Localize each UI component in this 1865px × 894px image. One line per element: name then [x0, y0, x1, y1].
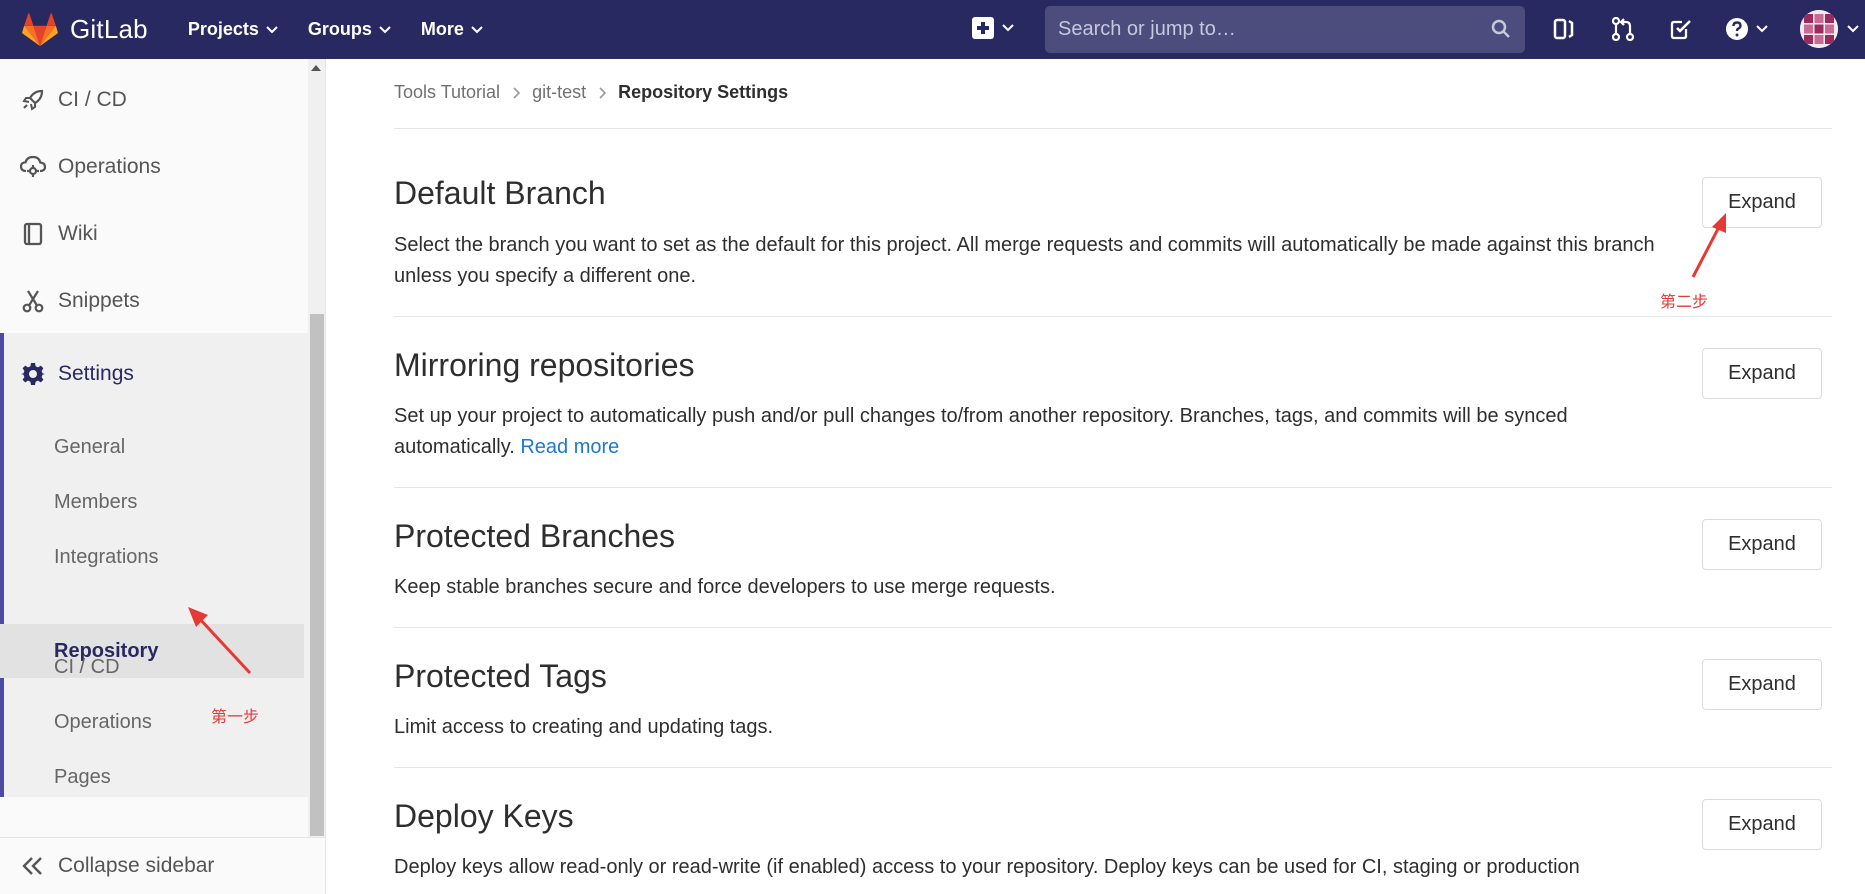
section-title-protected-tags: Protected Tags	[394, 658, 607, 694]
section-desc-protected-branches: Keep stable branches secure and force de…	[394, 576, 1056, 598]
sidebar-subitem-label: Members	[54, 490, 138, 513]
breadcrumb-current[interactable]: Repository Settings	[618, 82, 788, 103]
nav-groups-label: Groups	[307, 19, 372, 39]
chevron-down-icon	[1002, 24, 1014, 32]
sidebar-item-label: Snippets	[58, 289, 140, 312]
expand-deploy-keys-button[interactable]: Expand	[1702, 799, 1822, 850]
collapse-sidebar-label: Collapse sidebar	[58, 854, 215, 877]
todo-checkbox-icon[interactable]	[1668, 16, 1694, 42]
sidebar-subitem-ci-cd[interactable]: CI / CD	[0, 640, 308, 694]
breadcrumb-item[interactable]: Tools Tutorial	[394, 82, 500, 103]
double-chevron-left-icon	[22, 853, 48, 879]
section-title-mirroring: Mirroring repositories	[394, 347, 695, 383]
settings-section: Settings General Members Integrations Re…	[0, 333, 308, 797]
new-item-dropdown[interactable]	[972, 17, 1014, 39]
chevron-down-icon	[1847, 25, 1859, 33]
sidebar-subitem-general[interactable]: General	[0, 420, 308, 474]
cloud-gear-icon	[20, 154, 46, 180]
collapse-sidebar-button[interactable]: Collapse sidebar	[0, 837, 325, 894]
sidebar-subitem-label: General	[54, 435, 126, 458]
chevron-down-icon	[379, 25, 391, 33]
search-box	[1045, 6, 1525, 53]
sidebar-subitem-operations[interactable]: Operations	[0, 695, 308, 749]
chevron-down-icon	[1756, 25, 1768, 33]
scroll-up-arrow-icon[interactable]	[311, 65, 321, 71]
search-input[interactable]	[1058, 18, 1478, 41]
breadcrumb: Tools Tutorial git-test Repository Setti…	[394, 82, 788, 103]
breadcrumb-item[interactable]: git-test	[532, 82, 586, 103]
section-desc-default-branch: Select the branch you want to set as the…	[394, 234, 1655, 287]
annotation-arrow-step1	[188, 607, 252, 675]
section-desc-mirroring: Set up your project to automatically pus…	[394, 401, 1664, 463]
gitlab-tanuki-icon	[22, 12, 58, 46]
scissors-icon	[20, 288, 46, 314]
sidebar-subitem-pages[interactable]: Pages	[0, 750, 308, 804]
divider	[394, 627, 1832, 628]
app-name: GitLab	[70, 14, 148, 44]
nav-projects[interactable]: Projects	[188, 19, 278, 40]
sidebar-subitem-label: Integrations	[54, 545, 159, 568]
book-icon	[20, 221, 46, 247]
sidebar-subitem-members[interactable]: Members	[0, 475, 308, 529]
divider	[394, 767, 1832, 768]
read-more-link[interactable]: Read more	[520, 436, 619, 458]
chevron-right-icon	[599, 86, 607, 99]
merge-request-icon[interactable]	[1610, 16, 1636, 42]
section-title-default-branch: Default Branch	[394, 175, 606, 211]
rocket-icon	[20, 87, 46, 113]
sidebar-subitem-label: CI / CD	[54, 655, 120, 678]
sidebar-item-label: Settings	[58, 362, 134, 385]
plus-square-icon	[972, 17, 994, 39]
sidebar-item-settings[interactable]: Settings	[0, 341, 308, 407]
project-sidebar: CI / CD Operations Wiki Snippets Setting…	[0, 59, 326, 894]
sidebar-item-label: CI / CD	[58, 88, 127, 111]
sidebar-subitem-label: Pages	[54, 765, 111, 788]
section-title-deploy-keys: Deploy Keys	[394, 798, 574, 834]
top-navbar: GitLab Projects Groups More	[0, 0, 1865, 59]
nav-projects-label: Projects	[187, 19, 259, 39]
sidebar-item-label: Wiki	[58, 222, 98, 245]
divider	[394, 487, 1832, 488]
annotation-step2: 第二步	[1660, 292, 1709, 311]
chevron-down-icon	[471, 25, 483, 33]
nav-groups[interactable]: Groups	[308, 19, 391, 40]
expand-protected-branches-button[interactable]: Expand	[1702, 519, 1822, 570]
divider	[394, 128, 1832, 129]
search-icon[interactable]	[1491, 19, 1511, 39]
gitlab-logo[interactable]: GitLab	[22, 0, 148, 59]
sidebar-item-wiki[interactable]: Wiki	[0, 201, 308, 267]
annotation-step1: 第一步	[211, 707, 260, 726]
nav-more-label: More	[420, 19, 464, 39]
sidebar-panel-icon[interactable]	[1551, 16, 1577, 42]
chevron-down-icon	[266, 25, 278, 33]
sidebar-subitem-label: Operations	[54, 710, 152, 733]
section-desc-deploy-keys: Deploy keys allow read-only or read-writ…	[394, 856, 1580, 878]
gear-icon	[20, 361, 46, 387]
nav-links: Projects Groups More	[188, 19, 513, 40]
chevron-right-icon	[513, 86, 521, 99]
nav-more[interactable]: More	[421, 19, 483, 40]
divider	[394, 316, 1832, 317]
section-desc-protected-tags: Limit access to creating and updating ta…	[394, 716, 774, 738]
expand-protected-tags-button[interactable]: Expand	[1702, 659, 1822, 710]
user-avatar[interactable]	[1800, 10, 1838, 48]
sidebar-scrollbar-thumb[interactable]	[310, 314, 324, 836]
sidebar-item-label: Operations	[58, 155, 161, 178]
sidebar-item-operations[interactable]: Operations	[0, 134, 308, 200]
sidebar-item-snippets[interactable]: Snippets	[0, 268, 308, 334]
expand-mirroring-button[interactable]: Expand	[1702, 348, 1822, 399]
sidebar-item-ci-cd[interactable]: CI / CD	[0, 67, 308, 133]
help-icon[interactable]	[1724, 16, 1750, 42]
sidebar-subitem-integrations[interactable]: Integrations	[0, 530, 308, 584]
annotation-arrow-step2	[1691, 213, 1726, 278]
section-title-protected-branches: Protected Branches	[394, 518, 676, 554]
